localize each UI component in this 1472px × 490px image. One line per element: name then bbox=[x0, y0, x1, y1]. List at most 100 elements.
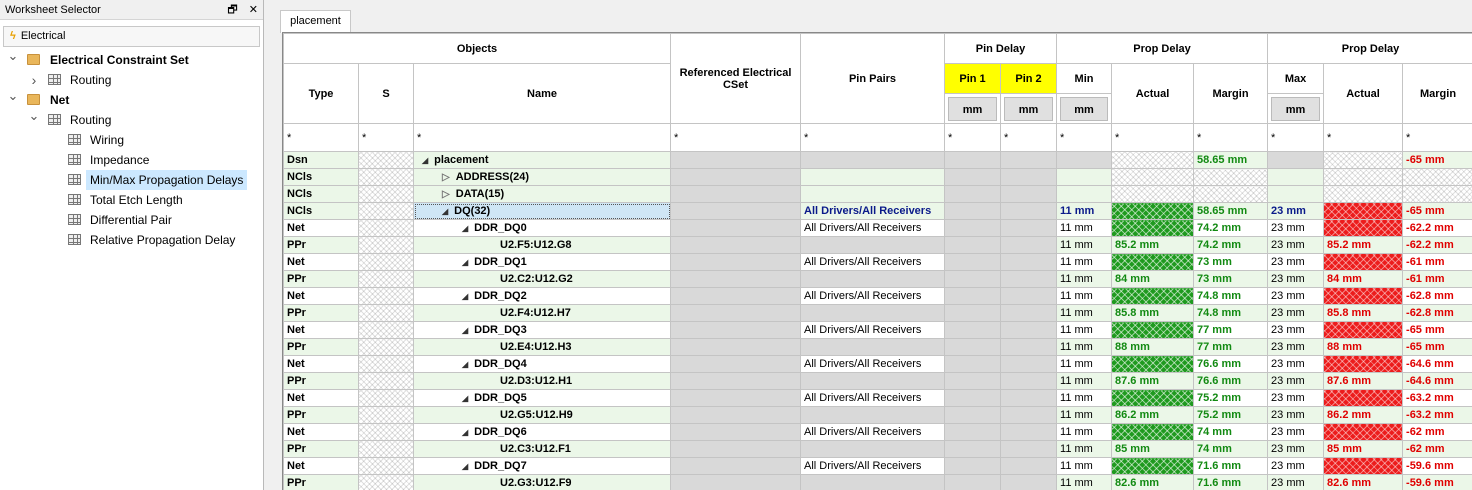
cell-max[interactable]: 23 mm bbox=[1267, 406, 1325, 424]
cell-actual[interactable]: 85 mm bbox=[1111, 440, 1195, 458]
cell-max[interactable]: 23 mm bbox=[1267, 202, 1325, 220]
cell-actual[interactable] bbox=[1111, 202, 1195, 220]
cell-pinpairs[interactable]: All Drivers/All Receivers bbox=[800, 287, 946, 305]
close-panel-icon[interactable]: ✕ bbox=[249, 4, 258, 16]
table-row[interactable]: PPr U2.E4:U12.H3 11 mm 88 mm 77 mm 23 mm 88 mm… bbox=[283, 338, 1472, 356]
cell-refcset[interactable] bbox=[670, 202, 802, 220]
table-row[interactable]: Net DDR_DQ2 All Drivers/All Receivers 11 mm… bbox=[283, 287, 1472, 305]
cell-refcset[interactable] bbox=[670, 270, 802, 288]
cell-s[interactable] bbox=[358, 219, 414, 237]
cell-min[interactable]: 11 mm bbox=[1056, 440, 1113, 458]
cell-min[interactable]: 11 mm bbox=[1056, 287, 1113, 305]
table-row[interactable]: PPr U2.C3:U12.F1 11 mm 85 mm 74 mm 23 mm 85 mm… bbox=[283, 440, 1472, 458]
cell-name[interactable]: DQ(32) bbox=[412, 202, 672, 220]
cell-margin[interactable]: 74.8 mm bbox=[1193, 287, 1269, 305]
cell-type[interactable]: Net bbox=[283, 355, 359, 373]
chevron-down-icon[interactable]: ⌄ bbox=[28, 106, 40, 126]
cell-max[interactable]: 23 mm bbox=[1267, 287, 1325, 305]
cell-margin2[interactable] bbox=[1402, 168, 1472, 186]
pin1-unit-button[interactable]: mm bbox=[948, 96, 998, 121]
cell-type[interactable]: Net bbox=[283, 423, 359, 441]
tree-item-routing[interactable]: › Routing bbox=[0, 70, 263, 90]
cell-refcset[interactable] bbox=[670, 304, 802, 322]
max-unit-button[interactable]: mm bbox=[1271, 96, 1321, 121]
float-panel-icon[interactable]: 🗗 bbox=[227, 4, 237, 16]
filter-actual-max[interactable]: * bbox=[1323, 123, 1404, 152]
cell-actual[interactable]: 87.6 mm bbox=[1111, 372, 1195, 390]
filter-margin-min[interactable]: * bbox=[1193, 123, 1269, 152]
cell-s[interactable] bbox=[358, 287, 414, 305]
cell-actual[interactable] bbox=[1111, 185, 1195, 203]
tree-item-total-etch-length[interactable]: Total Etch Length bbox=[0, 190, 263, 210]
cell-pin2[interactable] bbox=[1000, 168, 1058, 186]
cell-actual2[interactable]: 82.6 mm bbox=[1323, 474, 1404, 490]
chevron-right-icon[interactable]: › bbox=[28, 70, 40, 90]
cell-max[interactable]: 23 mm bbox=[1267, 355, 1325, 373]
cell-refcset[interactable] bbox=[670, 474, 802, 490]
cell-name[interactable]: DDR_DQ0 bbox=[412, 219, 672, 237]
cell-s[interactable] bbox=[358, 185, 414, 203]
table-row[interactable]: Net DDR_DQ5 All Drivers/All Receivers 11 mm… bbox=[283, 389, 1472, 407]
cell-s[interactable] bbox=[358, 406, 414, 424]
cell-actual2[interactable]: 85.8 mm bbox=[1323, 304, 1404, 322]
cell-actual2[interactable]: 88 mm bbox=[1323, 338, 1404, 356]
cell-actual[interactable]: 88 mm bbox=[1111, 338, 1195, 356]
cell-max[interactable]: 23 mm bbox=[1267, 253, 1325, 271]
cell-pin1[interactable] bbox=[944, 185, 1002, 203]
table-row[interactable]: Net DDR_DQ4 All Drivers/All Receivers 11 mm… bbox=[283, 355, 1472, 373]
cell-pin2[interactable] bbox=[1000, 253, 1058, 271]
cell-min[interactable]: 11 mm bbox=[1056, 406, 1113, 424]
filter-pin2[interactable]: * bbox=[1000, 123, 1058, 152]
cell-actual[interactable] bbox=[1111, 423, 1195, 441]
cell-type[interactable]: Dsn bbox=[283, 151, 359, 169]
cell-pin1[interactable] bbox=[944, 321, 1002, 339]
cell-pin2[interactable] bbox=[1000, 406, 1058, 424]
cell-max[interactable]: 23 mm bbox=[1267, 389, 1325, 407]
cell-refcset[interactable] bbox=[670, 423, 802, 441]
cell-type[interactable]: Net bbox=[283, 389, 359, 407]
cell-min[interactable]: 11 mm bbox=[1056, 338, 1113, 356]
cell-s[interactable] bbox=[358, 270, 414, 288]
cell-pin2[interactable] bbox=[1000, 151, 1058, 169]
cell-min[interactable]: 11 mm bbox=[1056, 474, 1113, 490]
cell-refcset[interactable] bbox=[670, 185, 802, 203]
cell-type[interactable]: NCls bbox=[283, 168, 359, 186]
cell-pinpairs[interactable]: All Drivers/All Receivers bbox=[800, 423, 946, 441]
cell-actual2[interactable] bbox=[1323, 253, 1404, 271]
cell-margin2[interactable]: -65 mm bbox=[1402, 321, 1472, 339]
cell-pinpairs[interactable]: All Drivers/All Receivers bbox=[800, 253, 946, 271]
cell-type[interactable]: PPr bbox=[283, 338, 359, 356]
collapse-triangle-icon[interactable] bbox=[422, 156, 428, 165]
cell-min[interactable]: 11 mm bbox=[1056, 355, 1113, 373]
cell-margin[interactable] bbox=[1193, 185, 1269, 203]
cell-max[interactable]: 23 mm bbox=[1267, 457, 1325, 475]
cell-pin2[interactable] bbox=[1000, 440, 1058, 458]
tree-item-relative-propagation-delay[interactable]: Relative Propagation Delay bbox=[0, 230, 263, 250]
table-row[interactable]: Net DDR_DQ1 All Drivers/All Receivers 11 mm… bbox=[283, 253, 1472, 271]
collapse-triangle-icon[interactable] bbox=[462, 258, 468, 267]
cell-margin[interactable]: 76.6 mm bbox=[1193, 372, 1269, 390]
cell-pin1[interactable] bbox=[944, 202, 1002, 220]
cell-margin[interactable]: 58.65 mm bbox=[1193, 202, 1269, 220]
cell-actual2[interactable] bbox=[1323, 168, 1404, 186]
cell-actual[interactable] bbox=[1111, 168, 1195, 186]
cell-refcset[interactable] bbox=[670, 389, 802, 407]
table-row[interactable]: Net DDR_DQ6 All Drivers/All Receivers 11 mm… bbox=[283, 423, 1472, 441]
cell-margin2[interactable]: -62 mm bbox=[1402, 423, 1472, 441]
cell-min[interactable]: 11 mm bbox=[1056, 304, 1113, 322]
cell-min[interactable]: 11 mm bbox=[1056, 270, 1113, 288]
cell-actual2[interactable] bbox=[1323, 321, 1404, 339]
cell-pin2[interactable] bbox=[1000, 423, 1058, 441]
cell-s[interactable] bbox=[358, 372, 414, 390]
cell-margin2[interactable]: -62.8 mm bbox=[1402, 287, 1472, 305]
cell-type[interactable]: Net bbox=[283, 457, 359, 475]
cell-type[interactable]: PPr bbox=[283, 406, 359, 424]
cell-pin2[interactable] bbox=[1000, 355, 1058, 373]
tree-item-electrical-constraint-set[interactable]: ⌄ Electrical Constraint Set bbox=[0, 48, 263, 70]
cell-s[interactable] bbox=[358, 355, 414, 373]
cell-margin2[interactable]: -62.2 mm bbox=[1402, 236, 1472, 254]
table-row[interactable]: Dsn placement 58.65 mm -65 mm bbox=[283, 151, 1472, 169]
collapse-triangle-icon[interactable] bbox=[462, 394, 468, 403]
cell-margin[interactable]: 74 mm bbox=[1193, 423, 1269, 441]
cell-pin1[interactable] bbox=[944, 355, 1002, 373]
